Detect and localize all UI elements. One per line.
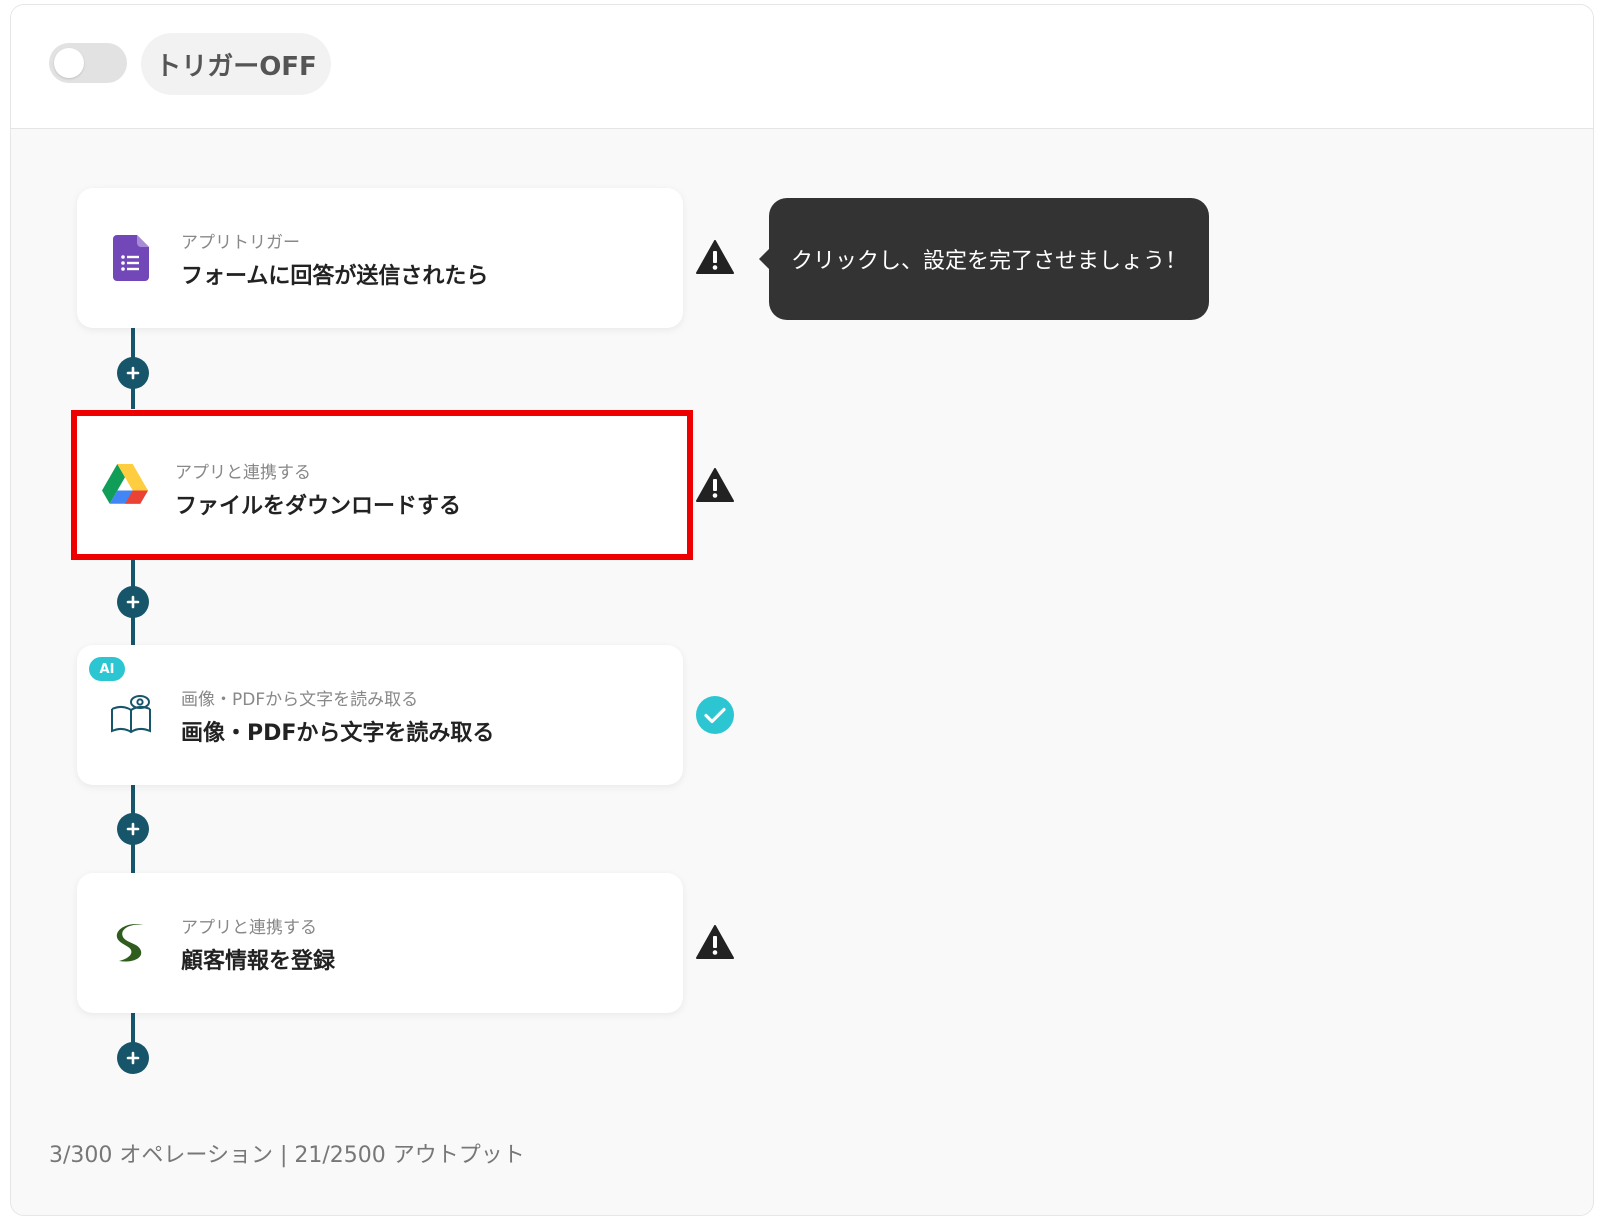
setup-hint-tooltip: クリックし、設定を完了させましょう！ [759,198,1209,320]
plus-icon [126,1051,140,1065]
trigger-toggle[interactable] [49,43,127,83]
google-drive-icon [101,460,149,508]
plus-icon [126,366,140,380]
plus-icon [126,595,140,609]
add-step-button[interactable] [117,813,149,845]
step-card-form-trigger[interactable]: アプリトリガー フォームに回答が送信されたら [77,188,683,328]
google-forms-icon [107,234,155,282]
toggle-knob [54,48,84,78]
step-subtitle: 画像・PDFから文字を読み取る [181,690,419,710]
plus-icon [126,822,140,836]
step-subtitle: アプリトリガー [181,233,300,253]
step-title: 顧客情報を登録 [181,949,336,974]
warning-icon [695,922,735,962]
add-step-button[interactable] [117,1042,149,1074]
ai-badge: AI [89,657,125,681]
step-title: フォームに回答が送信されたら [181,264,489,289]
step-card-register-customer[interactable]: アプリと連携する 顧客情報を登録 [77,873,683,1013]
check-complete-icon [695,695,735,735]
trigger-status-label: トリガーOFF [141,33,331,95]
step-title: 画像・PDFから文字を読み取る [181,721,495,746]
sansan-logo-icon [107,919,155,967]
step-card-drive-download[interactable]: アプリと連携する ファイルをダウンロードする [71,410,693,560]
usage-counter: 3/300 オペレーション | 21/2500 アウトプット [49,1143,525,1168]
add-step-button[interactable] [117,357,149,389]
step-card-ocr[interactable]: AI 画像・PDFから文字を読み取る 画像・PDFから文字を読み取る [77,645,683,785]
step-title: ファイルをダウンロードする [175,494,462,519]
top-bar: トリガーOFF [11,5,1593,129]
warning-icon [695,237,735,277]
flow-editor: トリガーOFF アプリトリガー フォームに回答が送信されたら クリックし、設定を… [10,4,1594,1216]
add-step-button[interactable] [117,586,149,618]
ocr-book-eye-icon [107,691,155,739]
step-subtitle: アプリと連携する [181,918,317,938]
step-subtitle: アプリと連携する [175,463,311,483]
warning-icon [695,465,735,505]
